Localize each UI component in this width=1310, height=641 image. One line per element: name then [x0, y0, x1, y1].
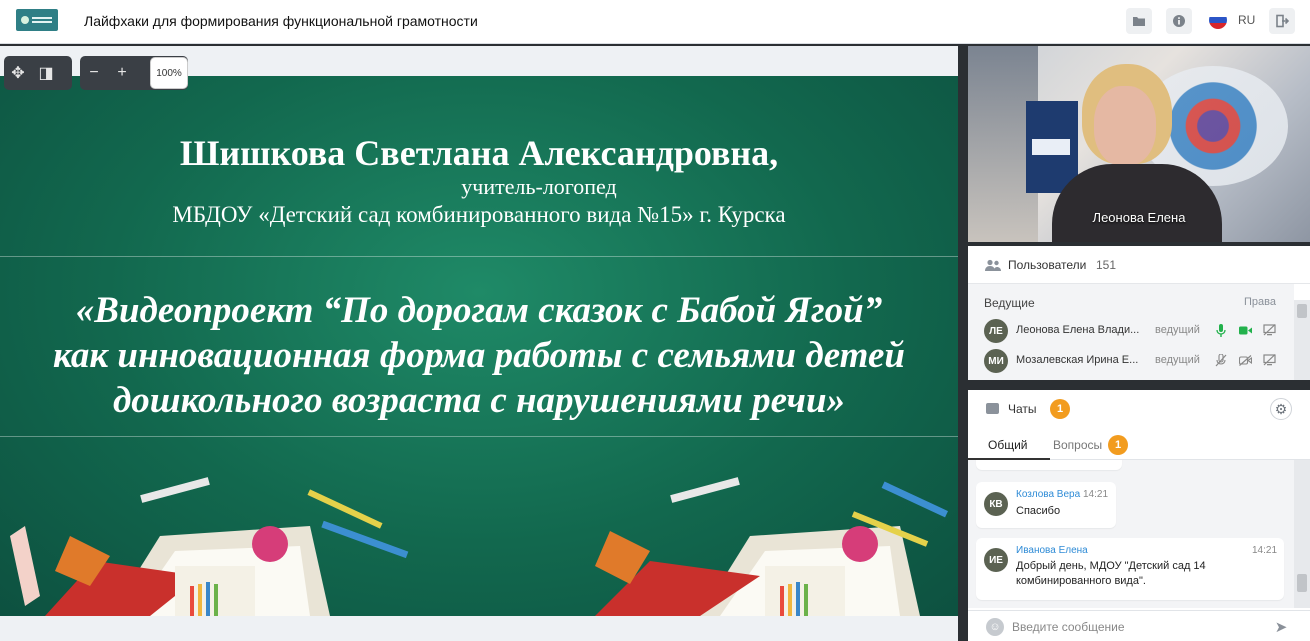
- users-list: Ведущие Права ЛЕ Леонова Елена Влади... …: [968, 284, 1294, 380]
- slide-author-name: Шишкова Светлана Александровна,: [179, 133, 779, 173]
- message-text: Добрый день, МДОУ "Детский сад 14 комбин…: [1016, 560, 1206, 587]
- gear-icon[interactable]: ⚙: [1270, 398, 1292, 420]
- slide-author-role: учитель-логопед: [461, 174, 617, 199]
- rights-label[interactable]: Права: [1244, 296, 1276, 308]
- move-icon[interactable]: ✥: [4, 59, 32, 87]
- chat-tabs: Общий Вопросы 1: [968, 430, 1310, 460]
- zoom-level[interactable]: 100%: [150, 57, 188, 89]
- slide-divider-bottom: [0, 436, 958, 437]
- section-label-hosts: Ведущие: [984, 296, 1035, 310]
- slide-topic: «Видеопроект “По дорогам сказок с Бабой …: [0, 288, 958, 423]
- info-button[interactable]: [1166, 8, 1192, 34]
- users-icon: [985, 259, 1001, 271]
- chat-message-partial: [976, 460, 1122, 470]
- exit-icon: [1276, 14, 1289, 28]
- chat-message: ИЕ Иванова Елена 14:21 Добрый день, МДОУ…: [976, 538, 1284, 600]
- mic-off-icon[interactable]: [1214, 353, 1228, 367]
- language-label[interactable]: RU: [1238, 13, 1255, 27]
- message-text: Спасибо: [1016, 505, 1061, 517]
- info-icon: [1173, 15, 1185, 27]
- chat-unread-badge: 1: [1050, 399, 1070, 419]
- users-header[interactable]: Пользователи 151: [968, 246, 1310, 284]
- emoji-icon[interactable]: ☺: [986, 618, 1004, 636]
- chat-scrollbar[interactable]: [1294, 460, 1310, 608]
- chat-title: Чаты: [1008, 402, 1037, 416]
- zoom-out-button[interactable]: −: [80, 59, 108, 87]
- books-leaves-illustration: [10, 477, 948, 616]
- slide-divider-top: [0, 256, 958, 257]
- exit-button[interactable]: [1269, 8, 1295, 34]
- message-input[interactable]: [1012, 615, 1262, 639]
- users-count: 151: [1096, 258, 1117, 272]
- chat-input-row: ☺ ➤: [968, 610, 1310, 641]
- user-role: ведущий: [1155, 324, 1200, 336]
- screen-share-off-icon[interactable]: [1262, 353, 1276, 367]
- users-title: Пользователи: [1008, 258, 1087, 272]
- presentation-area: Шишкова Светлана Александровна, учитель-…: [0, 46, 958, 641]
- screen-share-off-icon[interactable]: [1262, 323, 1276, 337]
- chat-panel: Чаты 1 ⚙ Общий Вопросы 1 КВ Козлова Вера…: [968, 390, 1310, 641]
- slide-topic-line1: «Видеопроект “По дорогам сказок с Бабой …: [75, 290, 883, 331]
- user-row[interactable]: МИ Мозалевская Ирина Е... ведущий: [968, 346, 1294, 376]
- left-books-decoration: [10, 477, 409, 616]
- flag-ru-icon[interactable]: [1209, 11, 1227, 29]
- mic-on-icon[interactable]: [1214, 323, 1228, 337]
- slide-topic-line3: дошкольного возраста с нарушениями речи»: [112, 380, 846, 421]
- camera-off-icon[interactable]: [1238, 353, 1252, 367]
- chat-header: Чаты 1 ⚙: [968, 390, 1310, 428]
- avatar: КВ: [984, 492, 1008, 516]
- tab-general[interactable]: Общий: [988, 438, 1028, 452]
- message-time: 14:21: [1083, 489, 1109, 500]
- users-panel: Пользователи 151 Ведущие Права ЛЕ Леонов…: [968, 246, 1310, 380]
- message-time: 14:21: [1252, 545, 1278, 556]
- slide-author-org: МБДОУ «Детский сад комбинированного вида…: [172, 202, 786, 227]
- avatar: ЛЕ: [984, 319, 1008, 343]
- user-role: ведущий: [1155, 354, 1200, 366]
- view-tools: ✥ ◨: [4, 56, 72, 90]
- tab-questions[interactable]: Вопросы: [1053, 438, 1102, 452]
- slide-topic-line2: как инновационная форма работы с семьями…: [53, 335, 905, 376]
- fit-width-icon[interactable]: ◨: [32, 59, 60, 87]
- send-icon[interactable]: ➤: [1270, 617, 1292, 637]
- right-books-decoration: [595, 477, 948, 616]
- user-row[interactable]: ЛЕ Леонова Елена Влади... ведущий: [968, 316, 1294, 346]
- top-bar: Лайфхаки для формирования функциональной…: [0, 0, 1310, 44]
- chat-message: КВ Козлова Вера 14:21 Спасибо: [976, 482, 1116, 528]
- zoom-in-button[interactable]: +: [108, 59, 136, 87]
- questions-badge: 1: [1108, 435, 1128, 455]
- logo-icon: [16, 9, 58, 31]
- speaker-name-label: Леонова Елена: [1092, 210, 1186, 225]
- user-name: Мозалевская Ирина Е...: [1016, 354, 1139, 366]
- users-scrollbar[interactable]: [1294, 300, 1310, 380]
- message-author[interactable]: Иванова Елена: [1016, 545, 1088, 556]
- folder-button[interactable]: [1126, 8, 1152, 34]
- avatar: ИЕ: [984, 548, 1008, 572]
- avatar: МИ: [984, 349, 1008, 373]
- chat-messages: КВ Козлова Вера 14:21 Спасибо ИЕ Иванова…: [968, 460, 1294, 608]
- presentation-slide: Шишкова Светлана Александровна, учитель-…: [0, 76, 958, 616]
- chat-bubble-icon: [986, 403, 999, 414]
- camera-on-icon[interactable]: [1238, 323, 1252, 337]
- folder-icon: [1133, 17, 1145, 26]
- page-title: Лайфхаки для формирования функциональной…: [84, 13, 478, 29]
- user-name: Леонова Елена Влади...: [1016, 324, 1140, 336]
- message-author[interactable]: Козлова Вера: [1016, 489, 1080, 500]
